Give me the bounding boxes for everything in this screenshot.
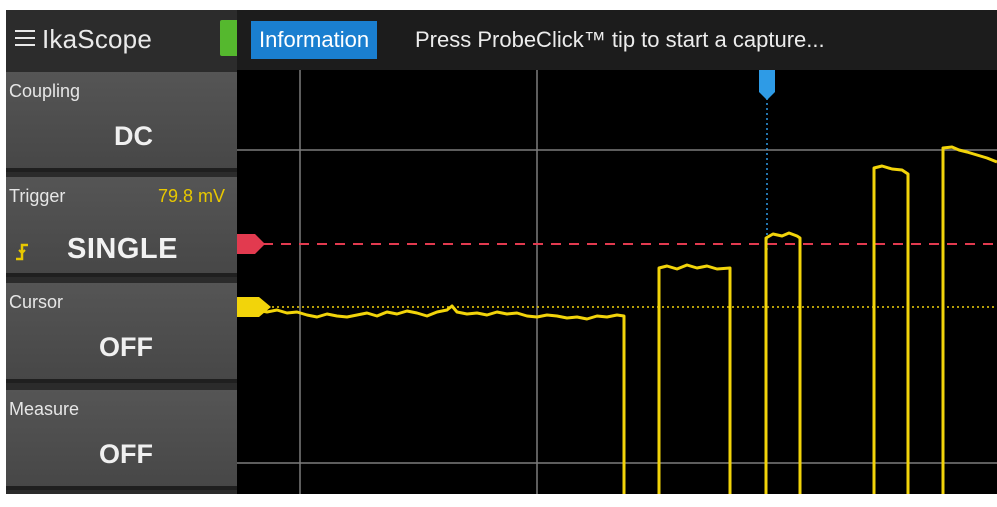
app-header: IkaScope [6,10,237,70]
trigger-level-value: 79.8 mV [157,186,225,206]
cursor-button[interactable]: Cursor OFF [6,283,237,383]
waveform-trace [237,145,997,494]
measure-value: OFF [99,439,153,469]
information-message: Press ProbeClick™ tip to start a capture… [415,27,825,52]
trigger-label: Trigger [9,186,66,206]
waveform-svg [237,70,997,494]
information-badge: Information [251,21,378,59]
trigger-level-marker[interactable] [237,234,265,254]
information-bar: Information Press ProbeClick™ tip to sta… [237,10,997,70]
measure-button[interactable]: Measure OFF [6,390,237,490]
trigger-mode-value: SINGLE [67,233,178,265]
cursor-value: OFF [99,332,153,362]
waveform-display[interactable] [237,70,997,494]
coupling-button[interactable]: Coupling DC [6,72,237,172]
rising-edge-icon [16,243,28,261]
oscilloscope-app: IkaScope Coupling DC Trigger 79.8 mV SIN… [0,0,997,507]
bottom-margin [6,494,997,507]
trigger-position-marker[interactable] [759,70,775,100]
cursor-label: Cursor [9,292,64,312]
coupling-label: Coupling [9,81,81,101]
control-sidebar: IkaScope Coupling DC Trigger 79.8 mV SIN… [6,10,237,494]
measure-label: Measure [9,399,80,419]
status-indicator [220,20,237,56]
app-title: IkaScope [42,24,153,54]
trigger-button[interactable]: Trigger 79.8 mV SINGLE [6,177,237,277]
hamburger-menu-icon[interactable] [15,30,35,46]
plot-grid [237,70,997,494]
coupling-value: DC [114,121,153,151]
